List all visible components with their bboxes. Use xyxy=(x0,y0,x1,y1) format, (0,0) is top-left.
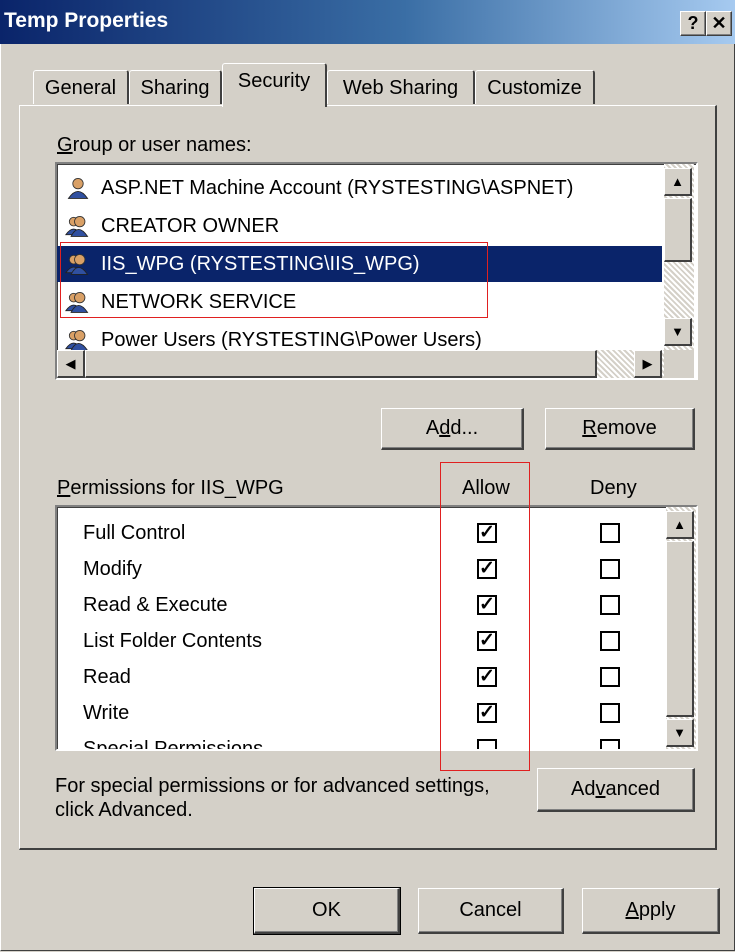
title-bar: Temp Properties ? ✕ xyxy=(0,0,735,44)
perm-scroll-down-button[interactable]: ▼ xyxy=(666,719,694,747)
list-item[interactable]: ASP.NET Machine Account (RYSTESTING\ASPN… xyxy=(57,170,662,206)
permission-row: Modify xyxy=(83,558,142,580)
remove-button[interactable]: Remove xyxy=(545,408,695,450)
allow-checkbox[interactable]: ✓ xyxy=(477,559,497,579)
permission-row: Read xyxy=(83,666,131,688)
scroll-down-button[interactable]: ▼ xyxy=(664,318,692,346)
tab-general[interactable]: General xyxy=(33,70,129,104)
list-item[interactable]: CREATOR OWNER xyxy=(57,208,662,244)
allow-checkbox[interactable]: ✓ xyxy=(477,595,497,615)
allow-checkbox[interactable] xyxy=(477,739,497,749)
allow-checkbox[interactable]: ✓ xyxy=(477,703,497,723)
ok-button[interactable]: OK xyxy=(253,887,401,935)
arrow-left-icon: ◀ xyxy=(65,356,76,371)
cancel-button[interactable]: Cancel xyxy=(418,888,564,934)
hscroll-thumb[interactable] xyxy=(85,350,597,378)
allow-checkbox[interactable]: ✓ xyxy=(477,631,497,651)
list-item-label: IIS_WPG (RYSTESTING\IIS_WPG) xyxy=(99,246,422,282)
tab-customize[interactable]: Customize xyxy=(475,70,595,104)
help-button[interactable]: ? xyxy=(680,11,706,36)
permission-row: List Folder Contents xyxy=(83,630,262,652)
deny-header: Deny xyxy=(590,477,637,499)
allow-checkbox[interactable]: ✓ xyxy=(477,523,497,543)
apply-button[interactable]: Apply xyxy=(582,888,720,934)
permissions-list[interactable]: Full Control ✓ Modify ✓ Read & Execute ✓ List … xyxy=(55,505,698,751)
list-item[interactable]: NETWORK SERVICE xyxy=(57,284,662,320)
group-icon xyxy=(65,251,91,277)
scroll-right-button[interactable]: ▶ xyxy=(634,350,662,378)
advanced-note: For special permissions or for advanced … xyxy=(55,775,490,821)
group-list-hscroll[interactable]: ◀ ▶ xyxy=(57,350,664,378)
deny-checkbox[interactable] xyxy=(600,667,620,687)
scroll-corner xyxy=(664,350,694,378)
deny-checkbox[interactable] xyxy=(600,739,620,749)
list-item-label: CREATOR OWNER xyxy=(101,215,280,237)
scroll-left-button[interactable]: ◀ xyxy=(57,350,85,378)
scroll-up-button[interactable]: ▲ xyxy=(664,168,692,196)
add-button[interactable]: Add... xyxy=(381,408,524,450)
tab-web-sharing[interactable]: Web Sharing xyxy=(327,70,475,104)
group-list-vscroll[interactable]: ▲ ▼ xyxy=(664,164,694,350)
arrow-up-icon: ▲ xyxy=(671,174,684,189)
list-item-label: ASP.NET Machine Account (RYSTESTING\ASPN… xyxy=(101,177,574,199)
permission-row: Read & Execute xyxy=(83,594,228,616)
help-icon: ? xyxy=(687,13,699,33)
permission-row: Special Permissions xyxy=(83,738,264,751)
arrow-up-icon: ▲ xyxy=(673,517,686,532)
advanced-button[interactable]: Advanced xyxy=(537,768,695,812)
arrow-down-icon: ▼ xyxy=(673,725,686,740)
perm-scroll-thumb[interactable] xyxy=(666,541,694,717)
window-title: Temp Properties xyxy=(4,9,169,32)
list-item-label: NETWORK SERVICE xyxy=(101,291,297,313)
deny-checkbox[interactable] xyxy=(600,559,620,579)
allow-header: Allow xyxy=(462,477,510,499)
deny-checkbox[interactable] xyxy=(600,631,620,651)
permissions-label: Permissions for IIS_WPG xyxy=(57,477,284,499)
group-icon xyxy=(65,289,91,315)
deny-checkbox[interactable] xyxy=(600,703,620,723)
close-button[interactable]: ✕ xyxy=(706,11,732,36)
single-user-icon xyxy=(65,175,91,201)
tab-security[interactable]: Security xyxy=(222,63,327,107)
group-icon xyxy=(65,213,91,239)
deny-checkbox[interactable] xyxy=(600,595,620,615)
permission-row: Write xyxy=(83,702,130,724)
group-user-names-label: Group or user names: xyxy=(57,134,252,156)
group-user-list[interactable]: ASP.NET Machine Account (RYSTESTING\ASPN… xyxy=(55,162,698,380)
permissions-vscroll[interactable]: ▲ ▼ xyxy=(666,507,696,749)
close-icon: ✕ xyxy=(711,13,727,33)
perm-scroll-up-button[interactable]: ▲ xyxy=(666,511,694,539)
arrow-down-icon: ▼ xyxy=(671,324,684,339)
list-item[interactable]: IIS_WPG (RYSTESTING\IIS_WPG) xyxy=(57,246,662,282)
allow-checkbox[interactable]: ✓ xyxy=(477,667,497,687)
deny-checkbox[interactable] xyxy=(600,523,620,543)
tab-sharing[interactable]: Sharing xyxy=(129,70,222,104)
arrow-right-icon: ▶ xyxy=(642,356,653,371)
permission-row: Full Control xyxy=(83,522,186,544)
scroll-thumb[interactable] xyxy=(664,198,692,262)
